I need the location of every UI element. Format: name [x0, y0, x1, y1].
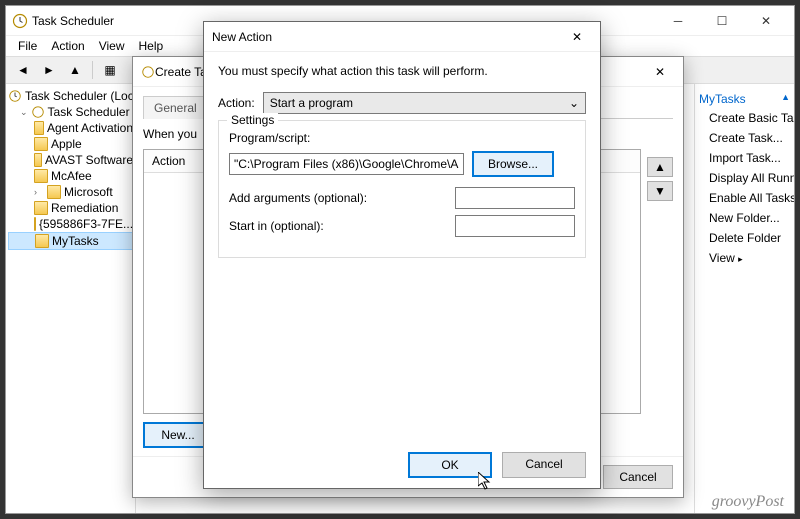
expander-icon[interactable]: ⌄	[20, 107, 28, 118]
app-icon	[12, 13, 28, 29]
tree-item-label: MyTasks	[52, 234, 99, 248]
menu-action[interactable]: Action	[45, 37, 90, 55]
action-item[interactable]: Import Task...	[699, 148, 790, 168]
view-button[interactable]: ▦	[99, 59, 121, 81]
tree-item-label: AVAST Software	[45, 153, 133, 167]
dialog-title: New Action	[212, 30, 562, 44]
folder-icon	[47, 185, 61, 199]
tree-panel[interactable]: Task Scheduler (Local) ⌄ Task Scheduler …	[6, 84, 136, 513]
dialog-footer: OK Cancel	[204, 442, 600, 488]
tree-item[interactable]: AVAST Software	[8, 152, 133, 168]
action-item[interactable]: New Folder...	[699, 208, 790, 228]
chevron-right-icon: ▸	[738, 254, 743, 264]
action-item[interactable]: Create Basic Task...	[699, 108, 790, 128]
watermark: groovyPost	[712, 493, 784, 511]
dropdown-value: Start a program	[270, 96, 353, 110]
folder-icon	[34, 137, 48, 151]
window-controls: ─ ☐ ✕	[656, 7, 788, 35]
actions-header: MyTasks ▲	[699, 90, 790, 108]
settings-group: Settings Program/script: Browse... Add a…	[218, 120, 586, 258]
program-input[interactable]	[229, 153, 464, 175]
action-dropdown[interactable]: Start a program ⌄	[263, 92, 586, 114]
new-action-dialog: New Action ✕ You must specify what actio…	[203, 21, 601, 489]
nav-back-button[interactable]: ◄	[12, 59, 34, 81]
program-row: Browse...	[229, 151, 575, 177]
dialog-titlebar: New Action ✕	[204, 22, 600, 52]
tree-root[interactable]: Task Scheduler (Local)	[8, 88, 133, 104]
chevron-down-icon: ⌄	[569, 96, 579, 110]
tree-item[interactable]: {595886F3-7FE...	[8, 216, 133, 232]
startin-input[interactable]	[455, 215, 575, 237]
tree-root-label: Task Scheduler (Local)	[25, 89, 136, 103]
maximize-button[interactable]: ☐	[700, 7, 744, 35]
action-item[interactable]: Enable All Tasks History	[699, 188, 790, 208]
action-item[interactable]: View ▸	[699, 248, 790, 268]
folder-icon	[34, 121, 44, 135]
move-up-button[interactable]: ▲	[647, 157, 673, 177]
instruction-text: You must specify what action this task w…	[218, 64, 586, 78]
scheduler-icon	[8, 89, 22, 103]
move-down-button[interactable]: ▼	[647, 181, 673, 201]
action-item[interactable]: Delete Folder	[699, 228, 790, 248]
dialog-close-button[interactable]: ✕	[645, 59, 675, 85]
tree-item[interactable]: McAfee	[8, 168, 133, 184]
menu-help[interactable]: Help	[133, 37, 170, 55]
startin-label: Start in (optional):	[229, 219, 324, 233]
close-button[interactable]: ✕	[744, 7, 788, 35]
tree-item-label: {595886F3-7FE...	[39, 217, 133, 231]
action-item[interactable]: Create Task...	[699, 128, 790, 148]
minimize-button[interactable]: ─	[656, 7, 700, 35]
tree-item[interactable]: Remediation	[8, 200, 133, 216]
folder-icon	[34, 153, 42, 167]
cancel-button[interactable]: Cancel	[603, 465, 673, 489]
menu-file[interactable]: File	[12, 37, 43, 55]
tree-item-label: McAfee	[51, 169, 92, 183]
dialog-body: You must specify what action this task w…	[204, 52, 600, 442]
args-row: Add arguments (optional):	[229, 187, 575, 209]
toolbar-separator	[92, 61, 93, 79]
app-icon	[141, 65, 155, 79]
menu-view[interactable]: View	[93, 37, 131, 55]
folder-icon	[34, 217, 36, 231]
tab-general[interactable]: General	[143, 96, 208, 119]
action-row: Action: Start a program ⌄	[218, 92, 586, 114]
tree-item[interactable]: Agent Activation	[8, 120, 133, 136]
tree-item[interactable]: Apple	[8, 136, 133, 152]
nav-up-button[interactable]: ▲	[64, 59, 86, 81]
dialog-close-button[interactable]: ✕	[562, 24, 592, 50]
program-label: Program/script:	[229, 131, 575, 145]
scheduler-icon	[31, 105, 45, 119]
args-input[interactable]	[455, 187, 575, 209]
tree-item-label: Microsoft	[64, 185, 113, 199]
folder-icon	[34, 201, 48, 215]
tree-item[interactable]: › Microsoft	[8, 184, 133, 200]
collapse-icon[interactable]: ▲	[781, 92, 790, 106]
tree-item-selected[interactable]: MyTasks	[8, 232, 133, 250]
settings-legend: Settings	[227, 113, 278, 127]
cancel-button[interactable]: Cancel	[502, 452, 586, 478]
tree-library-label: Task Scheduler Library	[48, 105, 136, 119]
args-label: Add arguments (optional):	[229, 191, 367, 205]
browse-button[interactable]: Browse...	[472, 151, 554, 177]
reorder-buttons: ▲ ▼	[647, 157, 673, 414]
actions-header-label: MyTasks	[699, 92, 746, 106]
expander-icon[interactable]: ›	[34, 187, 44, 197]
nav-fwd-button[interactable]: ►	[38, 59, 60, 81]
folder-icon	[35, 234, 49, 248]
action-item[interactable]: Display All Running Tasks	[699, 168, 790, 188]
tree-library[interactable]: ⌄ Task Scheduler Library	[8, 104, 133, 120]
action-label: Action:	[218, 96, 255, 110]
startin-row: Start in (optional):	[229, 215, 575, 237]
tree-item-label: Remediation	[51, 201, 118, 215]
mouse-cursor	[478, 472, 494, 495]
action-item-label: View	[709, 251, 735, 265]
tree-item-label: Apple	[51, 137, 82, 151]
tree-item-label: Agent Activation	[47, 121, 133, 135]
actions-panel: MyTasks ▲ Create Basic Task... Create Tas…	[694, 84, 794, 513]
folder-icon	[34, 169, 48, 183]
